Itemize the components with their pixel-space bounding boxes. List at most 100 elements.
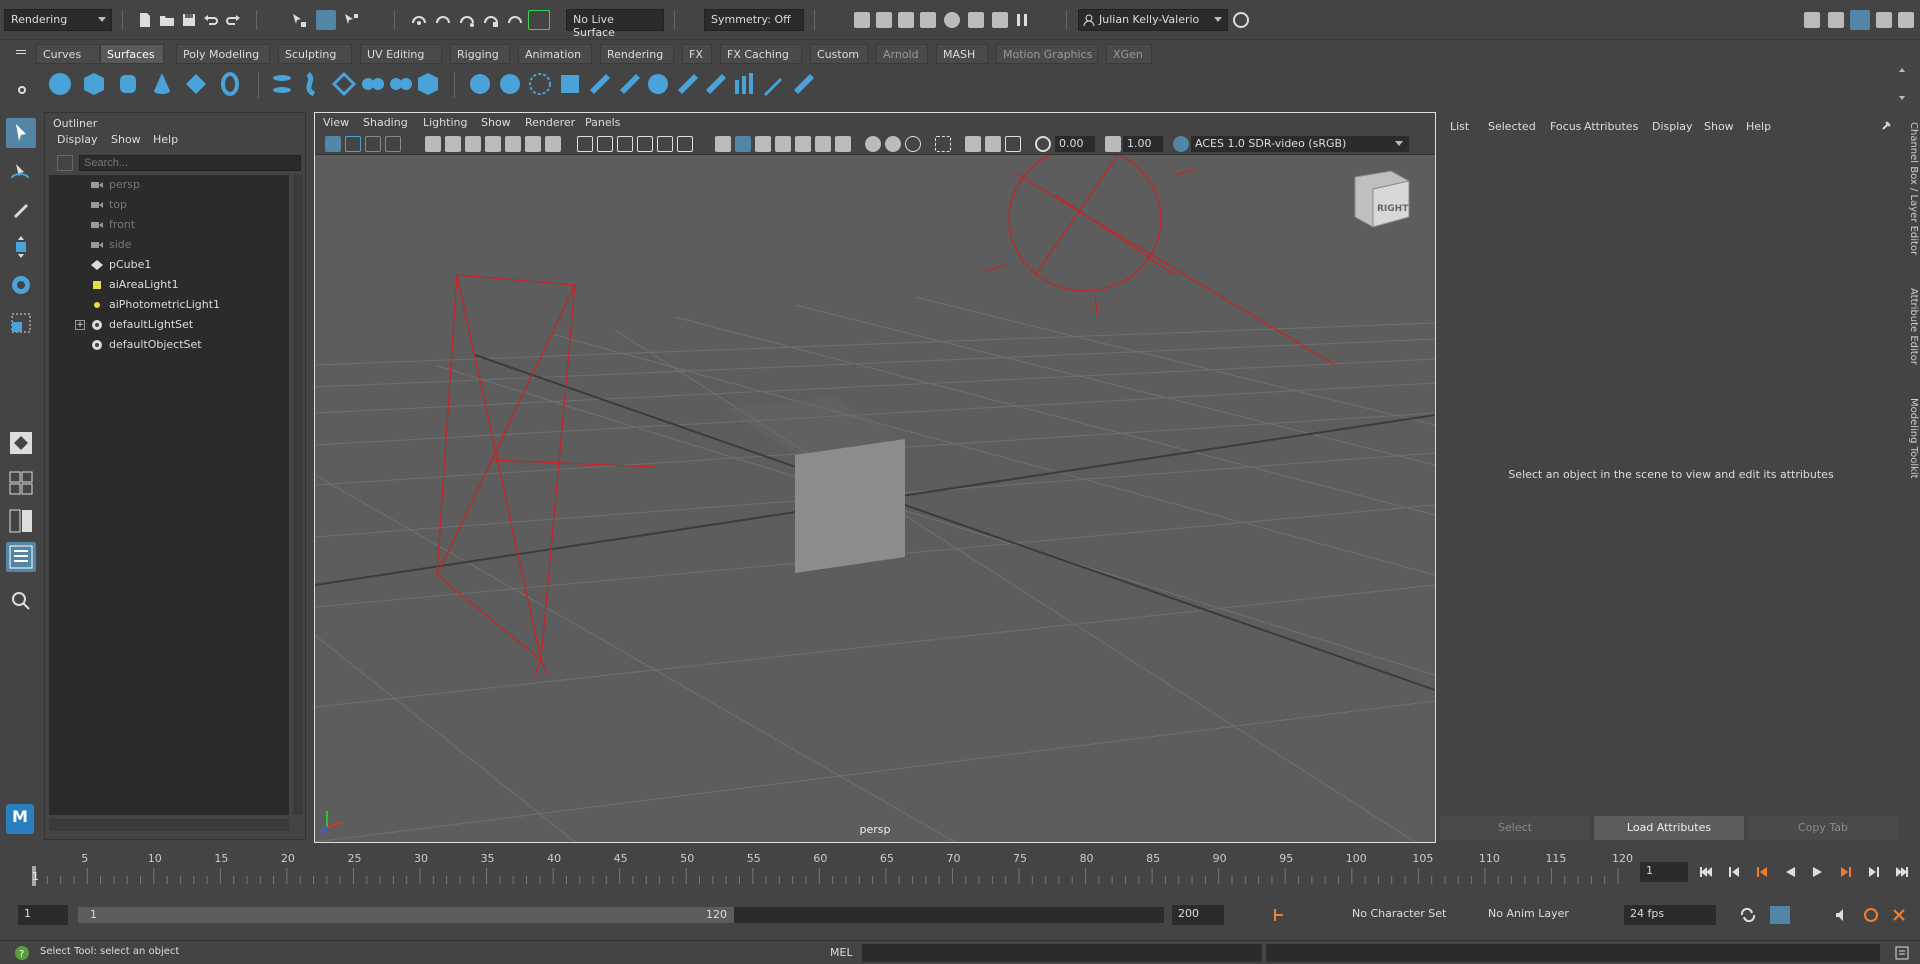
view-cube[interactable]: RIGHT — [1354, 170, 1410, 228]
fps-dropdown[interactable]: 24 fps — [1624, 905, 1716, 925]
shelf-tab-uv-editing[interactable]: UV Editing — [360, 44, 442, 64]
snap-point-icon[interactable] — [458, 11, 476, 29]
single-perspective-layout-icon[interactable] — [6, 428, 36, 458]
planar-icon[interactable] — [330, 70, 358, 98]
wireframe-icon[interactable] — [597, 136, 613, 152]
grid-icon[interactable] — [577, 136, 593, 152]
play-forwards-icon[interactable] — [1810, 864, 1826, 880]
outliner-menu-help[interactable]: Help — [153, 133, 178, 146]
outliner-layout-icon[interactable] — [6, 542, 36, 572]
viewport-menu-panels[interactable]: Panels — [585, 116, 620, 129]
hdr-icon[interactable] — [905, 136, 921, 152]
attr-menu-attributes[interactable]: Attributes — [1584, 120, 1638, 133]
attr-menu-show[interactable]: Show — [1704, 120, 1734, 133]
character-set-dropdown[interactable]: No Character Set — [1346, 905, 1466, 925]
open-scene-icon[interactable] — [158, 11, 176, 29]
shelf-tab-rigging[interactable]: Rigging — [450, 44, 510, 64]
render-settings-icon[interactable] — [920, 12, 936, 28]
step-back-frame-icon[interactable] — [1726, 864, 1742, 880]
extend-icon[interactable] — [702, 70, 730, 98]
search-help-icon[interactable] — [1232, 11, 1250, 29]
snap-curve-icon[interactable] — [434, 11, 452, 29]
range-bar[interactable]: 1 120 — [78, 907, 1164, 923]
exposure-field[interactable]: 0.00 — [1055, 136, 1095, 152]
shelf-tab-fx[interactable]: FX — [682, 44, 712, 64]
color-space-dropdown[interactable]: ACES 1.0 SDR-video (sRGB) — [1191, 136, 1409, 152]
shelf-tab-rendering[interactable]: Rendering — [600, 44, 674, 64]
xray-components-icon[interactable] — [775, 136, 791, 152]
anim-layer-dropdown[interactable]: No Anim Layer — [1482, 905, 1588, 925]
field-chart-icon[interactable] — [505, 136, 521, 152]
pause-render-icon[interactable] — [1014, 12, 1030, 28]
select-hierarchy-icon[interactable] — [290, 11, 308, 29]
outliner-item-front[interactable]: front — [49, 215, 289, 235]
attr-menu-focus[interactable]: Focus — [1550, 120, 1581, 133]
anti-aliasing-icon[interactable] — [835, 136, 851, 152]
symmetry-dropdown[interactable]: Symmetry: Off — [704, 9, 804, 31]
outliner-item-top[interactable]: top — [49, 195, 289, 215]
image-plane-icon[interactable] — [385, 136, 401, 152]
select-component-icon[interactable] — [342, 11, 360, 29]
resolution-gate-icon[interactable] — [465, 136, 481, 152]
nurbs-torus-icon[interactable] — [216, 70, 244, 98]
shelf-tab-motion-graphics[interactable]: Motion Graphics — [996, 44, 1098, 64]
animation-start-field[interactable]: 1 — [18, 905, 68, 925]
intersect-icon[interactable] — [496, 70, 524, 98]
project-curve-icon[interactable] — [466, 70, 494, 98]
render-view-icon[interactable] — [854, 12, 870, 28]
filter-icon[interactable] — [57, 155, 73, 171]
shelf-tab-animation[interactable]: Animation — [518, 44, 592, 64]
outliner-vertical-scrollbar[interactable] — [293, 175, 303, 815]
camera-lock-icon[interactable] — [425, 136, 441, 152]
step-forward-frame-icon[interactable] — [1866, 864, 1882, 880]
depth-of-field-icon[interactable] — [865, 136, 881, 152]
search-icon[interactable] — [6, 586, 36, 616]
go-to-start-icon[interactable] — [1698, 864, 1714, 880]
sculpt-geometry-icon[interactable] — [760, 70, 788, 98]
current-frame-field[interactable]: 1 — [1640, 862, 1688, 882]
birail-icon[interactable] — [386, 70, 414, 98]
tab-channel-box[interactable]: Channel Box / Layer Editor — [1905, 122, 1919, 255]
shelf-tab-surfaces[interactable]: Surfaces — [100, 44, 164, 64]
outliner-item-side[interactable]: side — [49, 235, 289, 255]
xray-joints-icon[interactable] — [755, 136, 771, 152]
safe-action-icon[interactable] — [525, 136, 541, 152]
use-all-lights-icon[interactable] — [657, 136, 673, 152]
modeling-toolkit-icon[interactable] — [1804, 12, 1820, 28]
animation-end-field[interactable]: 200 — [1172, 905, 1224, 925]
outliner-item-aiarealight1[interactable]: aiAreaLight1 — [49, 275, 289, 295]
insert-isoparms-icon[interactable] — [674, 70, 702, 98]
outliner-horizontal-scrollbar[interactable] — [49, 819, 289, 831]
tab-attribute-editor[interactable]: Attribute Editor — [1905, 288, 1919, 365]
range-selection[interactable] — [78, 907, 734, 923]
channel-box-icon[interactable] — [1898, 12, 1914, 28]
outliner-menu-show[interactable]: Show — [111, 133, 141, 146]
menu-set-dropdown[interactable]: Rendering — [4, 9, 112, 31]
play-backwards-icon[interactable] — [1782, 864, 1798, 880]
nurbs-sphere-icon[interactable] — [46, 70, 74, 98]
xray-icon[interactable] — [735, 136, 751, 152]
four-view-layout-icon[interactable] — [6, 468, 36, 498]
auto-key-icon[interactable] — [1272, 908, 1286, 922]
viewport-menu-renderer[interactable]: Renderer — [525, 116, 575, 129]
snap-view-plane-icon[interactable] — [482, 11, 500, 29]
camera-bookmark-icon[interactable] — [965, 136, 981, 152]
detach-surfaces-icon[interactable] — [616, 70, 644, 98]
shelf-tab-sculpting[interactable]: Sculpting — [278, 44, 352, 64]
selection-highlight-icon[interactable] — [935, 136, 951, 152]
tool-settings-icon[interactable] — [1876, 12, 1892, 28]
ambient-occlusion-icon[interactable] — [795, 136, 811, 152]
viewport-menu-show[interactable]: Show — [481, 116, 511, 129]
rebuild-icon[interactable] — [730, 70, 758, 98]
attr-menu-list[interactable]: List — [1450, 120, 1469, 133]
film-gate-icon[interactable] — [445, 136, 461, 152]
shadows-icon[interactable] — [677, 136, 693, 152]
snap-live-icon[interactable] — [506, 11, 524, 29]
arnold-ipr-icon[interactable] — [992, 12, 1008, 28]
undo-icon[interactable] — [202, 11, 220, 29]
untrim-icon[interactable] — [556, 70, 584, 98]
scale-tool-icon[interactable] — [6, 308, 36, 338]
snap-surface-icon[interactable] — [528, 10, 550, 30]
outliner-item-defaultlightset[interactable]: defaultLightSet — [49, 315, 289, 335]
viewport-menu-view[interactable]: View — [323, 116, 349, 129]
